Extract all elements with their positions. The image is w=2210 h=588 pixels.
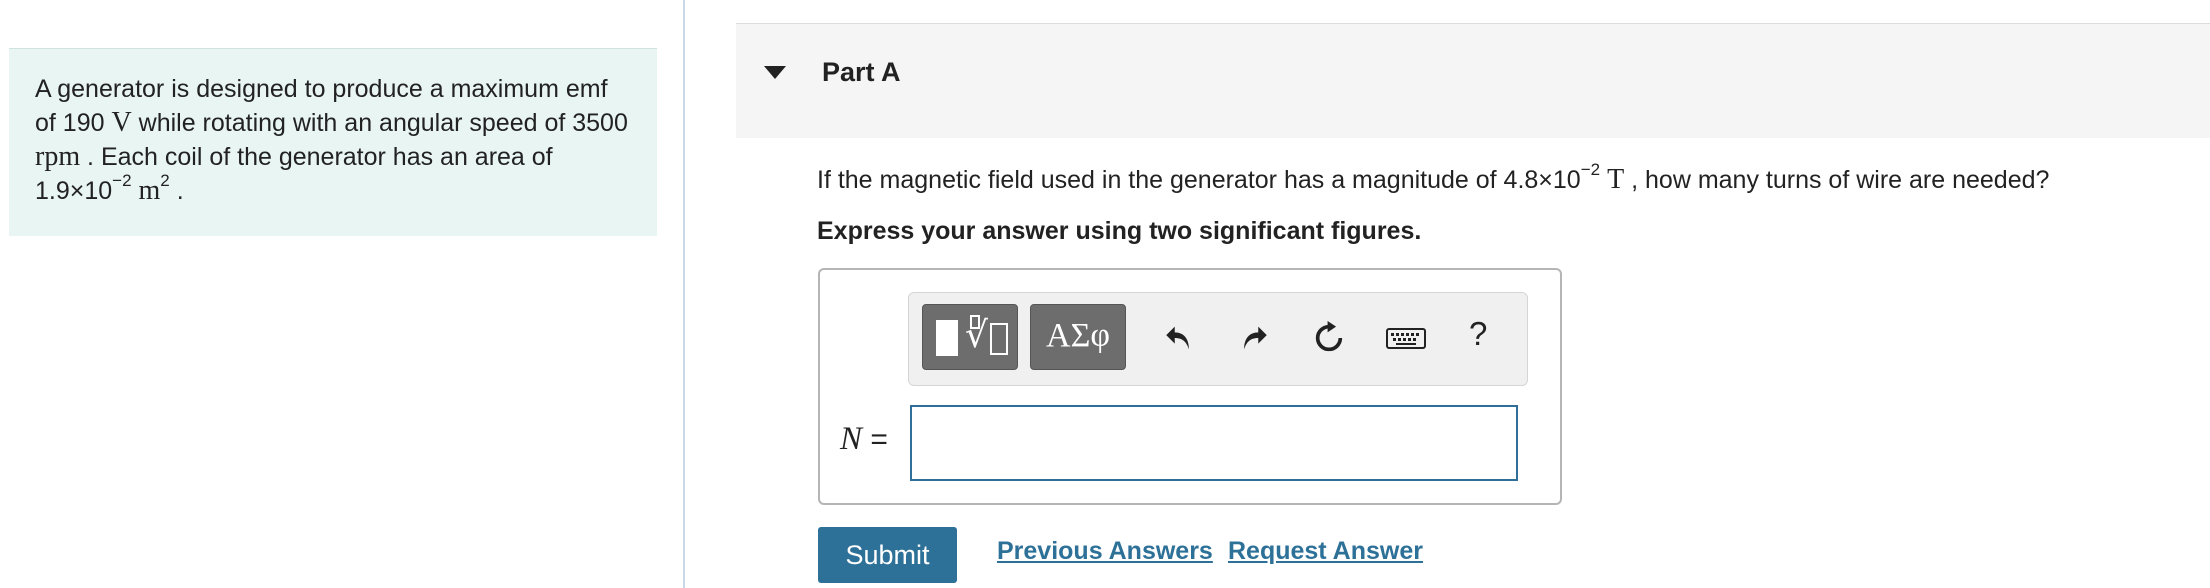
unit-rpm: rpm [35,141,81,172]
question-text-2: , how many turns of wire are needed? [1624,166,2050,194]
submit-button[interactable]: Submit [818,527,957,583]
template-radicand-box [990,323,1008,355]
symbols-button[interactable]: ΑΣφ [1030,304,1126,370]
unit-meters: m [138,175,161,206]
problem-statement: A generator is designed to produce a max… [9,48,657,236]
reset-icon[interactable] [1309,315,1349,361]
caret-down-icon[interactable] [764,66,786,79]
problem-panel: A generator is designed to produce a max… [0,0,683,588]
help-icon[interactable]: ? [1469,315,1487,353]
answer-variable: N [840,421,863,457]
field-exponent: −2 [1580,159,1601,179]
part-header[interactable]: Part A [736,23,2210,138]
panel-divider [683,0,685,588]
unit-volts: V [111,107,132,138]
redo-icon[interactable] [1234,315,1274,361]
answer-instructions: Express your answer using two significan… [817,217,1422,245]
part-title[interactable]: Part A [822,57,901,88]
answer-label: N = [840,421,888,458]
unit-tesla: T [1607,164,1625,195]
root-icon: √ [965,315,988,356]
answer-equals: = [862,423,888,456]
request-answer-link[interactable]: Request Answer [1228,537,1423,566]
question-text-1: If the magnetic field used in the genera… [817,166,1581,194]
templates-button[interactable]: √ [922,304,1018,370]
undo-icon[interactable] [1159,315,1199,361]
answer-input[interactable] [910,405,1518,481]
previous-answers-link[interactable]: Previous Answers [997,537,1213,566]
math-toolbar: √ ΑΣφ ? [908,292,1528,386]
templates-icon [936,320,958,356]
area-exponent: −2 [112,170,132,190]
keyboard-icon[interactable] [1386,315,1426,361]
question-text: If the magnetic field used in the genera… [817,160,2049,200]
problem-text-4: . [169,177,184,205]
answer-box: √ ΑΣφ ? N = [818,268,1562,505]
meters-exponent: 2 [160,170,170,190]
problem-text-2: while rotating with an angular speed of … [131,109,628,137]
